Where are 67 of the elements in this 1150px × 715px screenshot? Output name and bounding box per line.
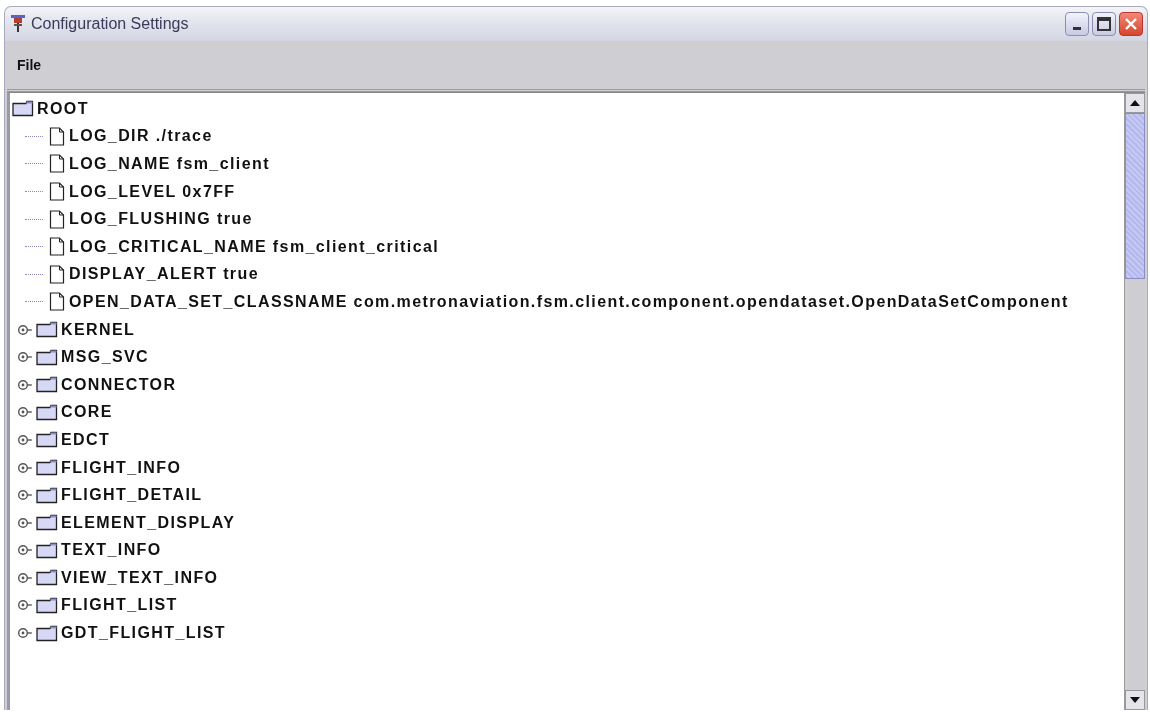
collapsed-handle-icon[interactable] <box>18 461 32 474</box>
app-icon <box>11 15 25 33</box>
tree-node-label[interactable]: KERNEL <box>61 320 136 339</box>
tree-node-label[interactable]: LOG_CRITICAL_NAME fsm_client_critical <box>69 237 440 256</box>
scroll-thumb[interactable] <box>1125 113 1145 279</box>
tree-node-label[interactable]: LOG_DIR ./trace <box>69 127 213 146</box>
scroll-up-button[interactable] <box>1125 93 1145 113</box>
tree-node-label[interactable]: GDT_FLIGHT_LIST <box>61 624 226 643</box>
scroll-down-button[interactable] <box>1125 690 1145 710</box>
folder-icon <box>36 459 58 476</box>
close-icon <box>1124 17 1138 31</box>
collapsed-handle-icon[interactable] <box>18 516 32 529</box>
document-icon <box>49 264 65 284</box>
tree-node-label[interactable]: FLIGHT_INFO <box>61 458 182 477</box>
collapsed-handle-icon[interactable] <box>18 627 32 640</box>
tree-node-label[interactable]: LOG_NAME fsm_client <box>69 155 270 173</box>
tree-node-label[interactable]: MSG_SVC <box>61 348 150 367</box>
folder-icon <box>36 321 58 339</box>
tree-node-label[interactable]: ROOT <box>37 99 89 118</box>
folder-icon <box>36 348 58 366</box>
collapsed-handle-icon[interactable] <box>18 378 32 391</box>
tree-node-label[interactable]: CORE <box>61 403 113 422</box>
collapsed-handle-icon[interactable] <box>18 489 32 502</box>
collapsed-handle-icon[interactable] <box>18 544 32 557</box>
tree-node-label[interactable]: LOG_FLUSHING true <box>69 210 253 229</box>
maximize-button[interactable] <box>1092 12 1116 36</box>
tree-node-label[interactable]: OPEN_DATA_SET_CLASSNAME com.metronaviation.fsm.client.component.opendataset.OpenDataSetComponent <box>69 292 1069 311</box>
tree-node-label[interactable]: DISPLAY_ALERT true <box>69 265 259 284</box>
document-icon <box>49 154 65 174</box>
close-button[interactable] <box>1119 12 1143 36</box>
document-icon <box>49 209 65 229</box>
up-arrow-icon <box>1130 100 1140 106</box>
folder-icon <box>36 376 58 394</box>
tree-node-label[interactable]: FLIGHT_LIST <box>61 596 178 615</box>
folder-icon <box>36 514 58 532</box>
folder-icon <box>12 100 34 118</box>
document-icon <box>49 237 65 257</box>
minimize-icon <box>1073 26 1081 30</box>
tree-node-label[interactable]: CONNECTOR <box>61 375 177 394</box>
folder-icon <box>36 541 58 559</box>
folder-icon <box>36 403 58 421</box>
window-title: Configuration Settings <box>31 15 190 33</box>
collapsed-handle-icon[interactable] <box>18 351 32 364</box>
collapsed-handle-icon[interactable] <box>18 571 32 584</box>
tree-node-label[interactable]: ELEMENT_DISPLAY <box>61 513 236 532</box>
folder-icon <box>36 569 58 587</box>
tree-node-label[interactable]: EDCT <box>61 430 111 449</box>
minimize-button[interactable] <box>1065 12 1089 36</box>
document-icon <box>49 126 65 146</box>
collapsed-handle-icon[interactable] <box>18 406 32 419</box>
folder-icon <box>36 624 58 642</box>
menu-item[interactable]: File <box>13 55 46 75</box>
collapsed-handle-icon[interactable] <box>18 599 32 612</box>
scrollbar[interactable] <box>1124 93 1145 710</box>
tree-node-label[interactable]: LOG_LEVEL 0x7FF <box>69 182 236 201</box>
tree-node-label[interactable]: TEXT_INFO <box>61 541 162 560</box>
document-icon <box>49 292 65 312</box>
folder-icon <box>36 597 58 614</box>
collapsed-handle-icon[interactable] <box>18 433 32 446</box>
document-icon <box>49 182 65 202</box>
folder-icon <box>36 486 58 504</box>
down-arrow-icon <box>1130 697 1140 703</box>
folder-icon <box>36 431 58 449</box>
tree-node-label[interactable]: VIEW_TEXT_INFO <box>61 568 219 587</box>
maximize-icon <box>1097 17 1111 31</box>
tree-node-label[interactable]: FLIGHT_DETAIL <box>61 486 203 505</box>
collapsed-handle-icon[interactable] <box>18 323 32 336</box>
